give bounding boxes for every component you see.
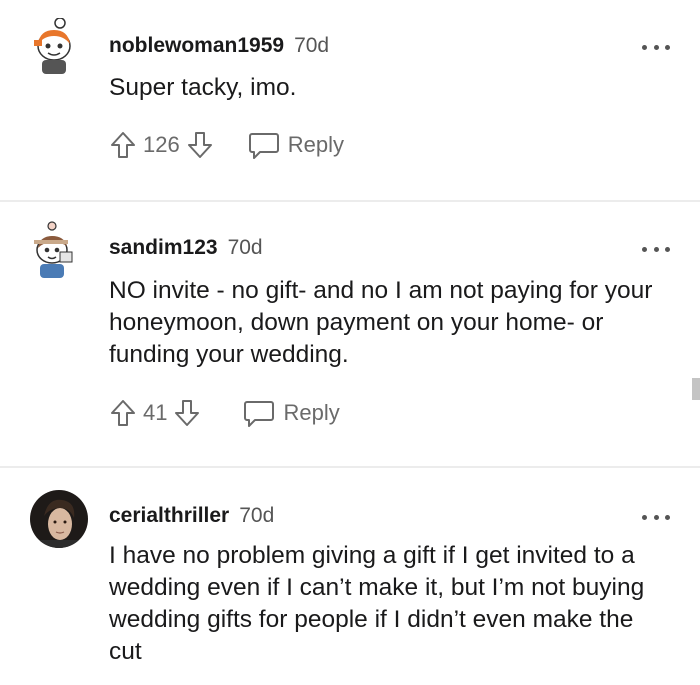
more-options-icon[interactable] [642,244,670,254]
profile-photo-avatar [30,490,88,548]
comment-bubble-icon [248,133,279,159]
snoo-avatar-icon [34,221,73,278]
divider [0,200,700,202]
comment-bubble-icon [244,401,275,427]
username-link[interactable]: cerialthriller [109,504,229,527]
username[interactable]: cerialthriller 70d [109,504,274,528]
more-options-icon[interactable] [642,512,670,522]
user-avatar[interactable] [30,17,78,74]
username[interactable]: noblewoman1959 70d [109,34,329,58]
username-link[interactable]: sandim123 [109,236,218,259]
user-avatar[interactable] [30,490,88,548]
vote-score: 126 [143,132,180,157]
scrollbar-thumb[interactable] [692,378,700,400]
downvote-icon[interactable] [186,130,214,160]
comment-age: 70d [239,504,275,527]
comment-actions: 126 Reply [109,128,344,162]
reply-label: Reply [283,400,340,425]
user-avatar[interactable] [30,220,78,278]
comment-age: 70d [294,34,330,57]
snoo-avatar-icon [34,17,71,74]
comment-body: NO invite - no gift- and no I am not pay… [109,277,653,368]
reply-label: Reply [287,132,344,157]
username-link[interactable]: noblewoman1959 [109,34,284,57]
vote-score: 41 [143,400,168,425]
reply-button[interactable]: Reply [243,398,340,428]
comment-actions: 41 Reply [109,396,340,430]
comment-age: 70d [227,236,263,259]
username[interactable]: sandim123 70d [109,236,263,260]
reply-button[interactable]: Reply [248,130,344,160]
downvote-icon[interactable] [173,398,201,428]
divider [0,466,700,468]
upvote-icon[interactable] [109,130,137,160]
more-options-icon[interactable] [642,42,670,52]
comment-body: I have no problem giving a gift if I get… [109,542,645,665]
comment-body: Super tacky, imo. [109,74,297,101]
upvote-icon[interactable] [109,398,137,428]
